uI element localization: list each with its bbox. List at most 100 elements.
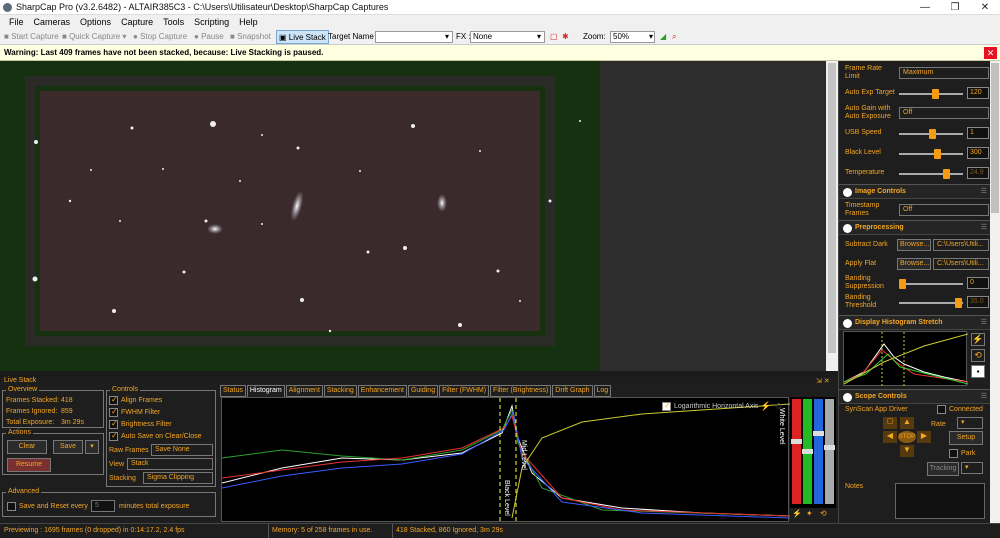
auto-exp-target-value[interactable]: 120 [967, 87, 989, 99]
menu-icon[interactable]: ☰ [981, 185, 987, 199]
minimize-button[interactable]: — [910, 0, 940, 15]
raw-frames-select[interactable]: Save None [151, 444, 213, 456]
red-level-slider[interactable] [791, 399, 802, 504]
snapshot-button[interactable]: ■ Snapshot [230, 29, 271, 45]
maximize-button[interactable]: ❐ [940, 0, 970, 15]
blue-level-knob[interactable] [813, 431, 824, 436]
menu-icon[interactable]: ☰ [981, 221, 987, 235]
brightness-filter-checkbox[interactable] [109, 419, 118, 429]
timestamp-frames-select[interactable]: Off [899, 204, 989, 216]
apply-flat-select[interactable]: C:\Users\Utili... [933, 258, 989, 270]
stop-button[interactable]: STOP [898, 431, 916, 443]
tab-drift-graph[interactable]: Drift Graph [552, 385, 593, 397]
tab-filter-fwhm[interactable]: Filter (FWHM) [439, 385, 490, 397]
connected-checkbox[interactable] [937, 405, 946, 414]
banding-threshold-value[interactable]: 35.0 [967, 296, 989, 308]
slider-knob[interactable] [899, 279, 906, 289]
green-level-knob[interactable] [802, 449, 813, 454]
save-options-dropdown[interactable]: ▾ [85, 440, 99, 454]
close-window-button[interactable]: ✕ [970, 0, 1000, 15]
east-arrow-button[interactable]: ▶ [917, 431, 931, 443]
right-panel-scrollbar[interactable] [990, 61, 1000, 523]
start-capture-button[interactable]: ■ Start Capture [4, 29, 59, 45]
save-reset-minutes-input[interactable]: 5 [91, 500, 115, 512]
white-level-marker[interactable]: White Level [778, 408, 785, 445]
banding-suppression-value[interactable]: 0 [967, 277, 989, 289]
resume-button[interactable]: Resume [7, 458, 51, 472]
usb-speed-slider[interactable] [899, 129, 963, 139]
menu-capture[interactable]: Capture [116, 15, 158, 29]
display-histogram-graph[interactable] [843, 331, 969, 387]
image-viewport[interactable] [0, 61, 838, 371]
fx-select[interactable]: None [470, 31, 545, 43]
black-level-marker[interactable]: Black Level [503, 480, 510, 516]
sparkle-icon[interactable]: ✦ [806, 509, 816, 521]
tracking-button[interactable]: Tracking [927, 462, 959, 476]
clear-button[interactable]: Clear [7, 440, 47, 454]
subtract-dark-browse-button[interactable]: Browse... [897, 239, 931, 251]
collapse-icon[interactable] [843, 188, 852, 197]
menu-cameras[interactable]: Cameras [29, 15, 76, 29]
live-stack-button[interactable]: ▣ Live Stack [276, 30, 329, 44]
park-checkbox[interactable] [949, 449, 958, 458]
select-area-icon[interactable]: ▢ [550, 29, 558, 45]
blue-level-slider[interactable] [813, 399, 824, 504]
notes-textarea[interactable] [895, 483, 985, 519]
menu-tools[interactable]: Tools [158, 15, 189, 29]
auto-stretch-icon[interactable]: ⚡ [971, 333, 985, 346]
menu-help[interactable]: Help [234, 15, 263, 29]
preprocessing-header[interactable]: Preprocessing ☰ [839, 220, 991, 235]
auto-stretch-icon[interactable]: ⚡ [760, 401, 771, 412]
save-reset-checkbox[interactable] [7, 502, 16, 511]
reset-levels-icon[interactable]: ⟲ [820, 509, 830, 521]
pause-button[interactable]: ● Pause [194, 29, 224, 45]
black-level-slider[interactable] [899, 149, 963, 159]
auto-gain-select[interactable]: Off [899, 107, 989, 119]
menu-icon[interactable]: ☰ [981, 316, 987, 330]
apply-flat-browse-button[interactable]: Browse... [897, 258, 931, 270]
focus-icon[interactable]: ⌕ [672, 29, 676, 45]
slider-knob[interactable] [955, 298, 962, 308]
fwhm-filter-checkbox[interactable] [109, 407, 118, 417]
collapse-icon[interactable] [843, 319, 852, 328]
log-axis-checkbox[interactable] [662, 401, 671, 411]
green-level-slider[interactable] [802, 399, 813, 504]
crosshair-icon[interactable]: ✱ [562, 29, 569, 45]
red-level-knob[interactable] [791, 439, 802, 444]
collapse-icon[interactable] [843, 224, 852, 233]
stop-capture-button[interactable]: ● Stop Capture [133, 29, 187, 45]
slider-knob[interactable] [929, 129, 936, 139]
slider-knob[interactable] [932, 89, 939, 99]
west-arrow-button[interactable]: ◀ [883, 431, 897, 443]
tab-filter-brightness[interactable]: Filter (Brightness) [490, 385, 552, 397]
reset-icon[interactable]: ⟲ [971, 349, 985, 362]
subtract-dark-select[interactable]: C:\Users\Utili... [933, 239, 989, 251]
menu-options[interactable]: Options [75, 15, 116, 29]
collapse-icon[interactable] [843, 393, 852, 402]
menu-file[interactable]: File [4, 15, 29, 29]
display-histogram-header[interactable]: Display Histogram Stretch ☰ [839, 315, 991, 330]
auto-save-checkbox[interactable] [109, 431, 118, 441]
rate-select[interactable]: ▾ [957, 417, 983, 429]
quick-capture-button[interactable]: ■ Quick Capture ▾ [62, 29, 126, 45]
south-arrow-button[interactable]: ▼ [900, 445, 914, 457]
luminance-level-knob[interactable] [824, 445, 835, 450]
align-frames-checkbox[interactable] [109, 395, 118, 405]
stacking-select[interactable]: Sigma Clipping [143, 472, 213, 484]
tab-enhancement[interactable]: Enhancement [357, 385, 407, 397]
warning-close-button[interactable]: ✕ [984, 47, 997, 59]
setup-button[interactable]: Setup [949, 431, 983, 445]
slider-knob[interactable] [934, 149, 941, 159]
banding-threshold-slider[interactable] [899, 298, 963, 308]
tab-alignment[interactable]: Alignment [285, 385, 323, 397]
target-name-input[interactable] [375, 31, 453, 43]
menu-icon[interactable]: ☰ [981, 390, 987, 404]
scope-controls-header[interactable]: Scope Controls ☰ [839, 389, 991, 404]
tracking-select[interactable]: ▾ [961, 462, 983, 474]
target-name-dropdown-icon[interactable]: ▾ [445, 29, 449, 45]
view-select[interactable]: Stack [127, 458, 213, 470]
mid-level-marker[interactable]: Mid Level [520, 440, 527, 470]
tab-log[interactable]: Log [593, 385, 612, 397]
histogram-icon[interactable]: ◢ [660, 29, 666, 45]
menu-scripting[interactable]: Scripting [189, 15, 234, 29]
